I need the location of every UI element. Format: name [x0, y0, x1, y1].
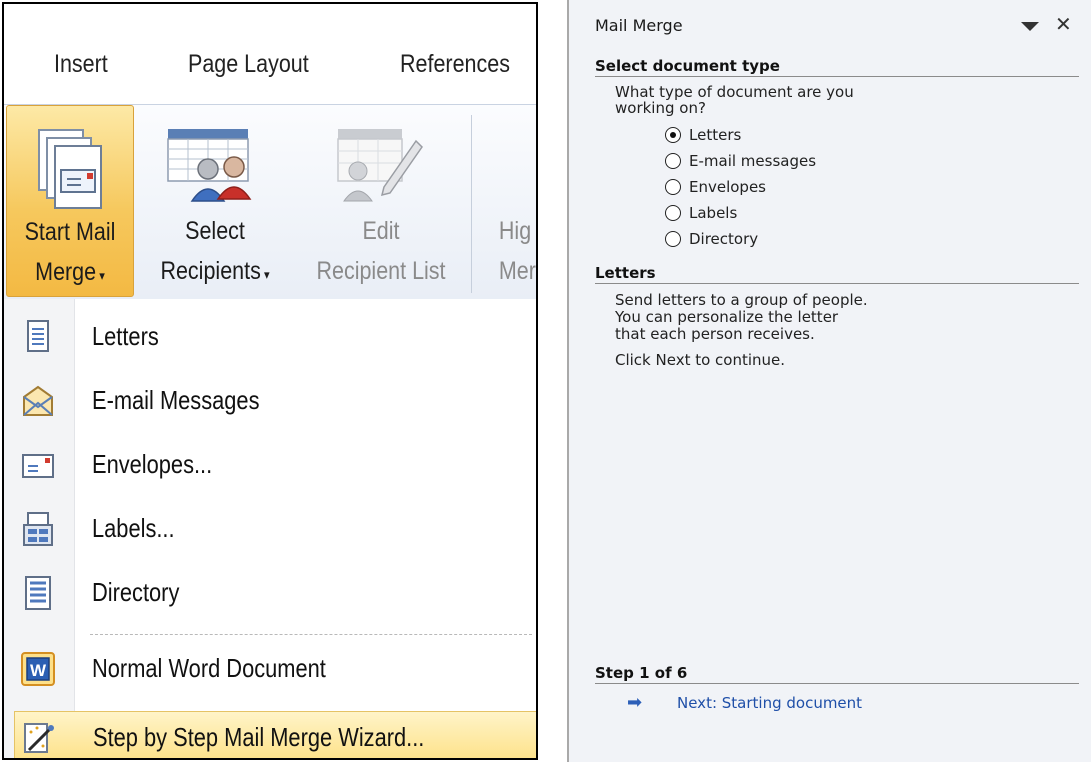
edit-recipient-list-label-line2: Recipient List	[316, 257, 446, 285]
select-recipients-label-line1: Select	[185, 217, 245, 245]
section-rule	[595, 76, 1079, 77]
menu-item-normal-word-document[interactable]: W Normal Word Document	[4, 637, 536, 701]
recipients-icon	[167, 129, 252, 202]
section-rule	[595, 683, 1079, 684]
edit-list-icon	[337, 129, 423, 202]
labels-icon	[23, 512, 53, 546]
radio-label: Envelopes	[689, 178, 766, 196]
tab-references[interactable]: References	[400, 50, 510, 79]
menu-separator	[90, 634, 532, 635]
edit-recipient-list-label-line1: Edit	[362, 217, 400, 245]
select-recipients-label-line2: Recipients ▾	[160, 257, 270, 285]
menu-item-label: Letters	[92, 321, 159, 351]
ribbon-separator	[471, 115, 472, 293]
document-icon	[27, 320, 49, 352]
mail-merge-task-pane: Mail Merge ✕ Select document type What t…	[567, 0, 1091, 762]
menu-item-envelopes[interactable]: Envelopes...	[4, 433, 536, 497]
dropdown-arrow-icon: ▾	[260, 267, 270, 282]
menu-item-label: Labels...	[92, 513, 175, 543]
menu-item-label: Step by Step Mail Merge Wizard...	[93, 722, 425, 752]
mail-merge-documents-icon	[38, 129, 102, 209]
menu-item-label: E-mail Messages	[92, 385, 260, 415]
close-icon[interactable]: ✕	[1055, 12, 1072, 36]
radio-label: Labels	[689, 204, 738, 222]
highlight-merge-label-line2: Merg	[498, 257, 536, 285]
mail-merge-ribbon-panel: Insert Page Layout References Start Mail…	[2, 2, 538, 760]
dropdown-arrow-icon: ▾	[96, 268, 105, 283]
ribbon-group-start-mail-merge: Start Mail Merge ▾ Select Recipients ▾ E…	[4, 104, 536, 300]
description-line3: that each person receives.	[615, 325, 815, 343]
radio-label: Letters	[689, 126, 742, 144]
menu-item-directory[interactable]: Directory	[4, 561, 536, 625]
radio-button[interactable]	[665, 127, 681, 143]
radio-button[interactable]	[665, 153, 681, 169]
envelope-icon	[22, 454, 54, 478]
radio-button[interactable]	[665, 231, 681, 247]
menu-item-label: Envelopes...	[92, 449, 213, 479]
start-mail-merge-menu: Letters E-mail Messages Envelopes... Lab…	[4, 299, 536, 758]
question-text-line2: working on?	[615, 99, 706, 117]
menu-item-label: Directory	[92, 577, 180, 607]
section-heading-letters: Letters	[595, 264, 656, 282]
menu-item-step-by-step-wizard[interactable]: Step by Step Mail Merge Wizard...	[14, 711, 536, 758]
step-heading: Step 1 of 6	[595, 664, 688, 682]
pane-title: Mail Merge	[595, 16, 683, 35]
radio-button[interactable]	[665, 205, 681, 221]
wizard-icon	[24, 723, 54, 753]
envelope-open-icon	[23, 385, 53, 416]
menu-item-label: Normal Word Document	[92, 653, 326, 683]
menu-item-labels[interactable]: Labels...	[4, 497, 536, 561]
description-line1: Send letters to a group of people.	[615, 291, 868, 309]
tab-insert[interactable]: Insert	[54, 50, 108, 79]
start-mail-merge-label-line2: Merge ▾	[35, 258, 105, 286]
menu-item-letters[interactable]: Letters	[4, 305, 536, 369]
svg-text:W: W	[30, 661, 47, 680]
instruction-text: Click Next to continue.	[615, 351, 786, 369]
highlight-merge-label-line1: Hig	[498, 217, 532, 245]
radio-label: E-mail messages	[689, 152, 817, 170]
tab-page-layout[interactable]: Page Layout	[188, 50, 309, 79]
start-mail-merge-button[interactable]: Start Mail Merge ▾	[6, 105, 134, 297]
radio-label: Directory	[689, 230, 759, 248]
directory-icon	[25, 576, 51, 610]
section-heading-select-document-type: Select document type	[595, 57, 780, 75]
highlight-merge-fields-button[interactable]: Hig Merg	[476, 105, 536, 297]
word-icon: W	[21, 652, 55, 686]
radio-button[interactable]	[665, 179, 681, 195]
description-line2: You can personalize the letter	[615, 308, 839, 326]
next-starting-document-link[interactable]: Next: Starting document	[677, 694, 862, 712]
start-mail-merge-label-line1: Start Mail	[24, 218, 116, 246]
arrow-right-icon: ➡	[627, 692, 643, 713]
ribbon-tab-bar: Insert Page Layout References	[4, 4, 536, 104]
edit-recipient-list-button[interactable]: Edit Recipient List	[296, 105, 466, 297]
pane-options-dropdown-icon[interactable]	[1021, 22, 1039, 31]
select-recipients-button[interactable]: Select Recipients ▾	[136, 105, 294, 297]
section-rule	[595, 283, 1079, 284]
menu-item-email-messages[interactable]: E-mail Messages	[4, 369, 536, 433]
